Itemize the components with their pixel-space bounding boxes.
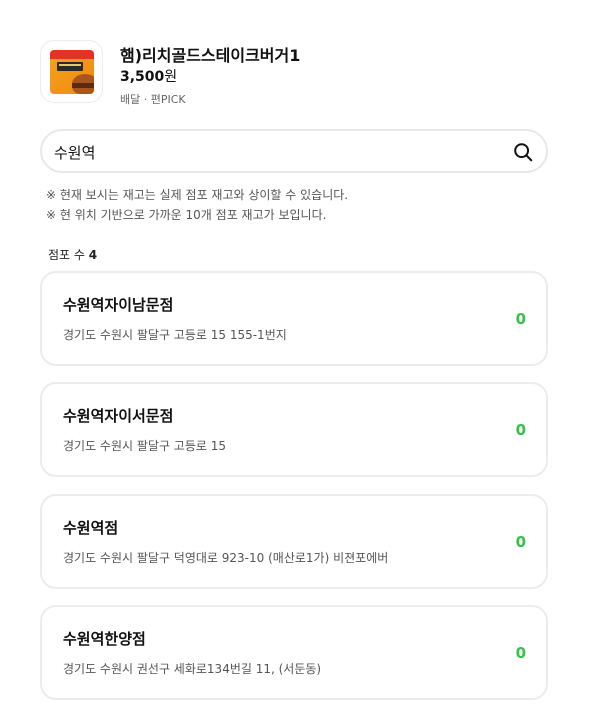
- store-card[interactable]: 수원역자이남문점 경기도 수원시 팔달구 고등로 15 155-1번지 0: [40, 271, 548, 366]
- store-name: 수원역점: [63, 519, 119, 537]
- store-address: 경기도 수원시 권선구 세화로134번길 11, (서둔동): [63, 662, 322, 676]
- store-stock: 0: [515, 533, 526, 551]
- store-name: 수원역자이남문점: [63, 296, 174, 314]
- store-name: 수원역자이서문점: [63, 407, 174, 425]
- store-card[interactable]: 수원역자이서문점 경기도 수원시 팔달구 고등로 15 0: [40, 382, 548, 477]
- search-bar[interactable]: [40, 129, 548, 173]
- store-count: 점포 수 4: [48, 246, 97, 263]
- product-price: 3,500원: [120, 66, 177, 86]
- store-address: 경기도 수원시 팔달구 덕영대로 923-10 (매산로1가) 비젼포에버: [63, 551, 389, 565]
- search-icon[interactable]: [512, 141, 534, 163]
- product-header: 햄)리치골드스테이크버거1 3,500원 배달 · 편PICK: [40, 40, 560, 106]
- burger-package-icon: [50, 50, 94, 94]
- store-card[interactable]: 수원역한양점 경기도 수원시 권선구 세화로134번길 11, (서둔동) 0: [40, 605, 548, 700]
- store-count-value: 4: [88, 248, 98, 262]
- store-stock: 0: [515, 421, 526, 439]
- store-address: 경기도 수원시 팔달구 고등로 15 155-1번지: [63, 328, 287, 342]
- store-count-label: 점포 수: [48, 248, 85, 262]
- product-name: 햄)리치골드스테이크버거1: [120, 46, 301, 65]
- store-stock: 0: [515, 644, 526, 662]
- store-stock: 0: [515, 310, 526, 328]
- search-input[interactable]: [54, 141, 494, 163]
- product-image: [40, 40, 103, 103]
- store-card[interactable]: 수원역점 경기도 수원시 팔달구 덕영대로 923-10 (매산로1가) 비젼포…: [40, 494, 548, 589]
- product-meta: 배달 · 편PICK: [120, 93, 186, 106]
- stock-notice: ※ 현재 보시는 재고는 실제 점포 재고와 상이할 수 있습니다.: [46, 188, 349, 202]
- product-price-currency: 원: [164, 69, 178, 85]
- store-name: 수원역한양점: [63, 630, 146, 648]
- store-address: 경기도 수원시 팔달구 고등로 15: [63, 439, 227, 453]
- location-notice: ※ 현 위치 기반으로 가까운 10개 점포 재고가 보입니다.: [46, 208, 327, 222]
- product-price-value: 3,500: [120, 69, 165, 85]
